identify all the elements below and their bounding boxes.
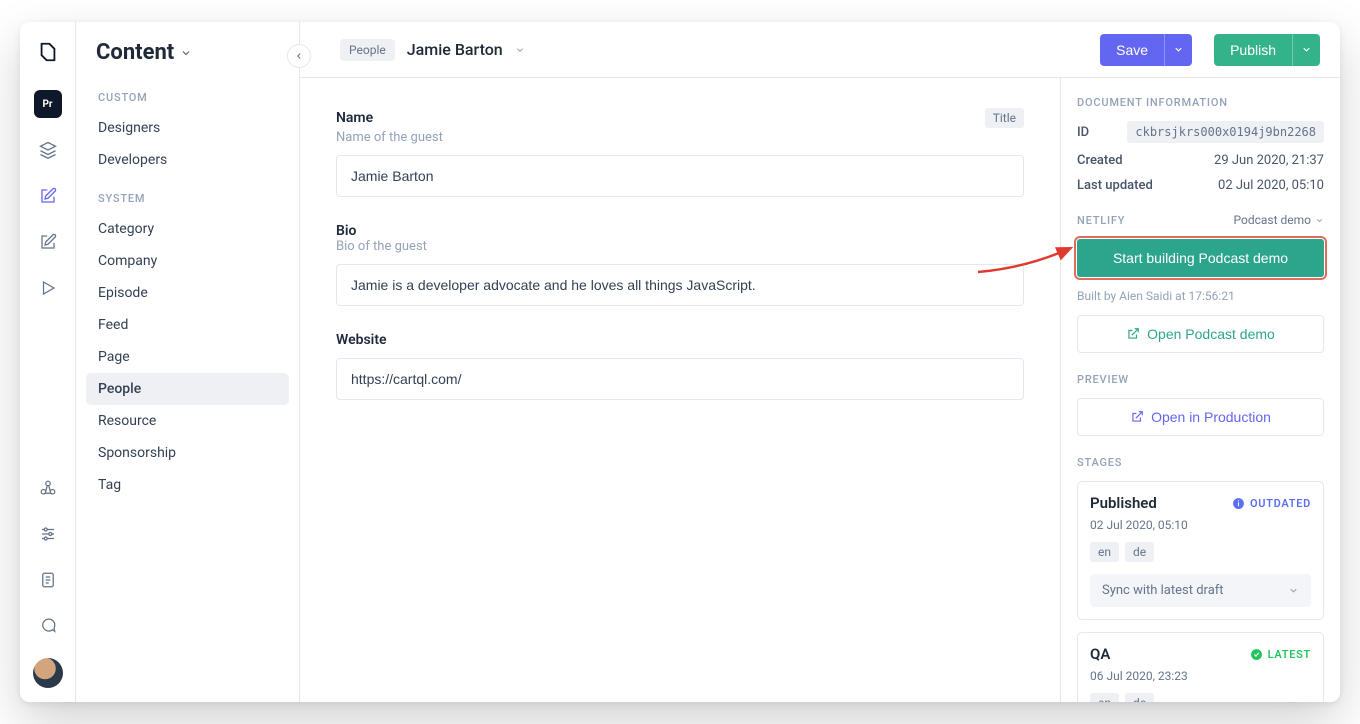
stage-qa: QA LATEST 06 Jul 2020, 23:23 en de <box>1077 632 1324 702</box>
lang-pill[interactable]: de <box>1125 542 1154 562</box>
save-button[interactable]: Save <box>1100 34 1164 66</box>
field-website: Website <box>336 332 1024 400</box>
sidebar-collapse-button[interactable] <box>287 44 311 68</box>
publish-dropdown-button[interactable] <box>1292 34 1320 66</box>
field-bio-label: Bio <box>336 223 1024 239</box>
field-name-label: Name <box>336 110 373 126</box>
updated-label: Last updated <box>1077 178 1153 193</box>
updated-value: 02 Jul 2020, 05:10 <box>1218 178 1324 193</box>
stage-date: 02 Jul 2020, 05:10 <box>1090 518 1311 532</box>
stage-published: Published OUTDATED 02 Jul 2020, 05:10 en… <box>1077 481 1324 620</box>
topbar: People Jamie Barton Save Publish <box>300 22 1340 78</box>
netlify-built-by: Built by Aien Saidi at 17:56:21 <box>1077 289 1324 303</box>
form-area: Name Title Name of the guest Bio Bio of … <box>300 78 1060 702</box>
created-value: 29 Jun 2020, 21:37 <box>1214 153 1324 168</box>
field-bio: Bio Bio of the guest <box>336 223 1024 306</box>
app-logo <box>36 40 60 64</box>
sidebar-item-tag[interactable]: Tag <box>86 469 289 501</box>
stage-date: 06 Jul 2020, 23:23 <box>1090 669 1311 683</box>
chevron-down-icon <box>1173 44 1184 55</box>
netlify-label: NETLIFY <box>1077 214 1125 227</box>
field-name: Name Title Name of the guest <box>336 108 1024 197</box>
id-label: ID <box>1077 125 1089 140</box>
main-area: People Jamie Barton Save Publish <box>300 22 1340 702</box>
netlify-project-select[interactable]: Podcast demo <box>1233 213 1324 227</box>
user-avatar[interactable] <box>33 658 63 688</box>
external-link-icon <box>1126 327 1140 341</box>
rail-layers-icon[interactable] <box>34 136 62 164</box>
sidebar-title[interactable]: Content <box>86 40 289 83</box>
field-bio-hint: Bio of the guest <box>336 239 1024 254</box>
sidebar-item-episode[interactable]: Episode <box>86 277 289 309</box>
sidebar-item-designers[interactable]: Designers <box>86 112 289 144</box>
rail-settings-icon[interactable] <box>34 520 62 548</box>
lang-pill[interactable]: en <box>1090 693 1119 702</box>
sidebar-item-page[interactable]: Page <box>86 341 289 373</box>
external-link-icon <box>1130 410 1144 424</box>
rail-project-icon[interactable]: Pr <box>34 90 62 118</box>
rail-webhooks-icon[interactable] <box>34 474 62 502</box>
created-label: Created <box>1077 153 1123 168</box>
section-system-label: SYSTEM <box>86 184 289 213</box>
chevron-down-icon[interactable] <box>515 45 525 55</box>
icon-rail: Pr <box>20 22 76 702</box>
stage-name: Published <box>1090 494 1157 512</box>
sidebar-item-people[interactable]: People <box>86 373 289 405</box>
sidebar-item-category[interactable]: Category <box>86 213 289 245</box>
sidebar-item-developers[interactable]: Developers <box>86 144 289 176</box>
right-panel: DOCUMENT INFORMATION ID ckbrsjkrs000x019… <box>1060 78 1340 702</box>
rail-play-icon[interactable] <box>34 274 62 302</box>
chevron-down-icon <box>1315 216 1324 225</box>
chevron-down-icon <box>1288 585 1299 596</box>
chevron-down-icon <box>180 47 192 59</box>
doc-info-label: DOCUMENT INFORMATION <box>1077 96 1324 109</box>
lang-pill[interactable]: de <box>1125 693 1154 702</box>
preview-open-button[interactable]: Open in Production <box>1077 398 1324 436</box>
document-title: Jamie Barton <box>407 40 503 59</box>
sidebar-item-company[interactable]: Company <box>86 245 289 277</box>
check-circle-icon <box>1250 648 1263 661</box>
field-name-hint: Name of the guest <box>336 130 1024 145</box>
sidebar-item-feed[interactable]: Feed <box>86 309 289 341</box>
section-custom-label: CUSTOM <box>86 83 289 112</box>
info-icon <box>1232 497 1245 510</box>
field-name-tag: Title <box>985 108 1024 128</box>
sidebar: Content CUSTOM Designers Developers SYST… <box>76 22 300 702</box>
preview-label: PREVIEW <box>1077 373 1324 386</box>
rail-docs-icon[interactable] <box>34 566 62 594</box>
stage-status-latest: LATEST <box>1250 648 1311 661</box>
stage-sync-button[interactable]: Sync with latest draft <box>1090 574 1311 607</box>
bio-input[interactable] <box>336 264 1024 306</box>
field-website-label: Website <box>336 332 1024 348</box>
chevron-down-icon <box>1301 44 1312 55</box>
sidebar-item-resource[interactable]: Resource <box>86 405 289 437</box>
save-dropdown-button[interactable] <box>1164 34 1192 66</box>
id-value[interactable]: ckbrsjkrs000x0194j9bn2268 <box>1127 121 1324 143</box>
stages-label: STAGES <box>1077 456 1324 469</box>
sidebar-item-sponsorship[interactable]: Sponsorship <box>86 437 289 469</box>
rail-feedback-icon[interactable] <box>34 612 62 640</box>
netlify-build-button[interactable]: Start building Podcast demo <box>1077 239 1324 277</box>
lang-pill[interactable]: en <box>1090 542 1119 562</box>
rail-draft-icon[interactable] <box>34 228 62 256</box>
rail-edit-icon[interactable] <box>34 182 62 210</box>
website-input[interactable] <box>336 358 1024 400</box>
stage-name: QA <box>1090 645 1110 663</box>
breadcrumb-model[interactable]: People <box>340 39 395 61</box>
publish-button[interactable]: Publish <box>1214 34 1292 66</box>
netlify-open-button[interactable]: Open Podcast demo <box>1077 315 1324 353</box>
stage-status-outdated: OUTDATED <box>1232 497 1311 510</box>
name-input[interactable] <box>336 155 1024 197</box>
